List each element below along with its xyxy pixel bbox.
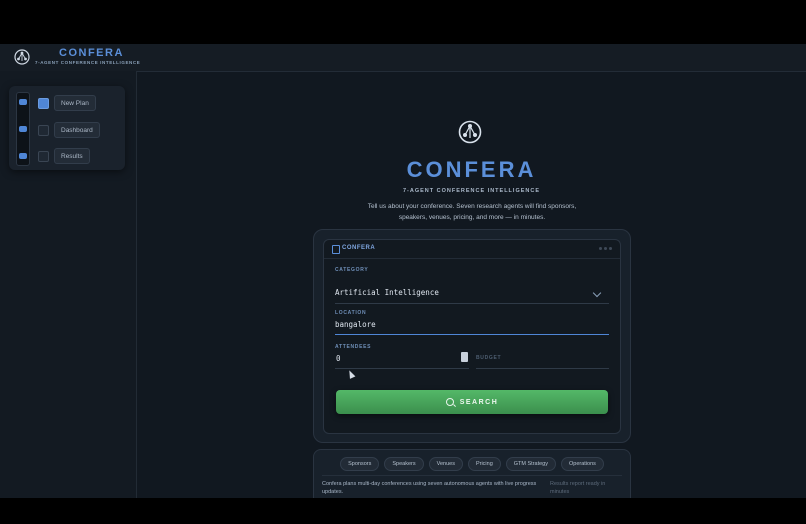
page-subtitle: 7-AGENT CONFERENCE INTELLIGENCE	[402, 188, 541, 194]
location-label: LOCATION	[335, 310, 367, 316]
document-icon	[332, 245, 340, 254]
page-title: CONFERA	[406, 157, 537, 182]
chip-operations[interactable]: Operations	[561, 457, 604, 471]
agent-chips: Sponsors Speakers Venues Pricing GTM Str…	[314, 457, 630, 471]
app-window: CONFERA 7-AGENT CONFERENCE INTELLIGENCE …	[0, 44, 806, 498]
chip-speakers[interactable]: Speakers	[384, 457, 424, 471]
checkbox-new-plan[interactable]	[38, 97, 49, 109]
location-underline	[335, 334, 609, 335]
attendees-underline	[335, 368, 469, 369]
page-description: Tell us about your conference. Seven res…	[367, 203, 577, 221]
chip-venues[interactable]: Venues	[428, 457, 463, 471]
sidebar-item-label[interactable]: Dashboard	[54, 122, 100, 138]
letterbox-top	[0, 0, 806, 44]
form-header: CONFERA	[324, 240, 620, 259]
attendees-label: ATTENDEES	[335, 344, 372, 350]
chip-sponsors[interactable]: Sponsors	[340, 457, 380, 471]
chip-gtm-strategy[interactable]: GTM Strategy	[505, 457, 556, 471]
search-button-label: SEARCH	[459, 398, 499, 406]
divider	[322, 475, 622, 476]
attendees-input[interactable]: 0	[336, 354, 341, 363]
step-marker-dashboard	[19, 126, 27, 132]
category-label: CATEGORY	[335, 267, 369, 273]
step-navigator: New Plan Dashboard Results	[9, 86, 125, 170]
network-logo-icon	[458, 120, 482, 144]
budget-input[interactable]: BUDGET	[476, 355, 501, 361]
category-underline	[335, 303, 609, 304]
form-header-label: CONFERA	[342, 245, 376, 251]
step-track	[16, 92, 30, 166]
search-button[interactable]: SEARCH	[336, 390, 608, 414]
plan-form-container: CONFERA CATEGORY Artificial Intelligence…	[313, 229, 631, 443]
budget-underline	[476, 368, 609, 369]
sidebar-item-label[interactable]: Results	[54, 148, 90, 164]
sidebar-item-label[interactable]: New Plan	[54, 95, 96, 111]
letterbox-bottom	[0, 498, 806, 524]
checkbox-dashboard[interactable]	[38, 124, 49, 136]
checkbox-results[interactable]	[38, 150, 49, 162]
info-note: Results report ready in minutes	[550, 481, 606, 495]
plan-form: CONFERA CATEGORY Artificial Intelligence…	[323, 239, 621, 434]
location-input[interactable]: bangalore	[335, 320, 376, 329]
step-marker-new-plan	[19, 99, 27, 105]
brand-name: CONFERA	[59, 47, 124, 59]
brand: CONFERA 7-AGENT CONFERENCE INTELLIGENCE	[35, 47, 140, 66]
window-dots-icon	[599, 247, 612, 250]
sidebar: New Plan Dashboard Results	[0, 71, 137, 498]
attendees-stepper[interactable]	[461, 352, 468, 362]
chevron-down-icon[interactable]	[592, 288, 602, 298]
sidebar-item-new-plan[interactable]: New Plan	[38, 95, 96, 111]
brand-tagline: 7-AGENT CONFERENCE INTELLIGENCE	[35, 60, 141, 65]
network-logo-icon[interactable]	[14, 49, 30, 65]
sidebar-item-dashboard[interactable]: Dashboard	[38, 122, 100, 138]
step-marker-results	[19, 153, 27, 159]
main-content: CONFERA 7-AGENT CONFERENCE INTELLIGENCE …	[137, 71, 806, 498]
app-header: CONFERA 7-AGENT CONFERENCE INTELLIGENCE	[0, 44, 806, 72]
category-select[interactable]: Artificial Intelligence	[335, 288, 439, 297]
sidebar-item-results[interactable]: Results	[38, 148, 90, 164]
search-icon	[445, 398, 454, 406]
info-panel: Sponsors Speakers Venues Pricing GTM Str…	[313, 449, 631, 498]
chip-pricing[interactable]: Pricing	[467, 457, 501, 471]
info-description: Confera plans multi-day conferences usin…	[322, 481, 537, 495]
mouse-cursor-icon	[346, 369, 356, 379]
